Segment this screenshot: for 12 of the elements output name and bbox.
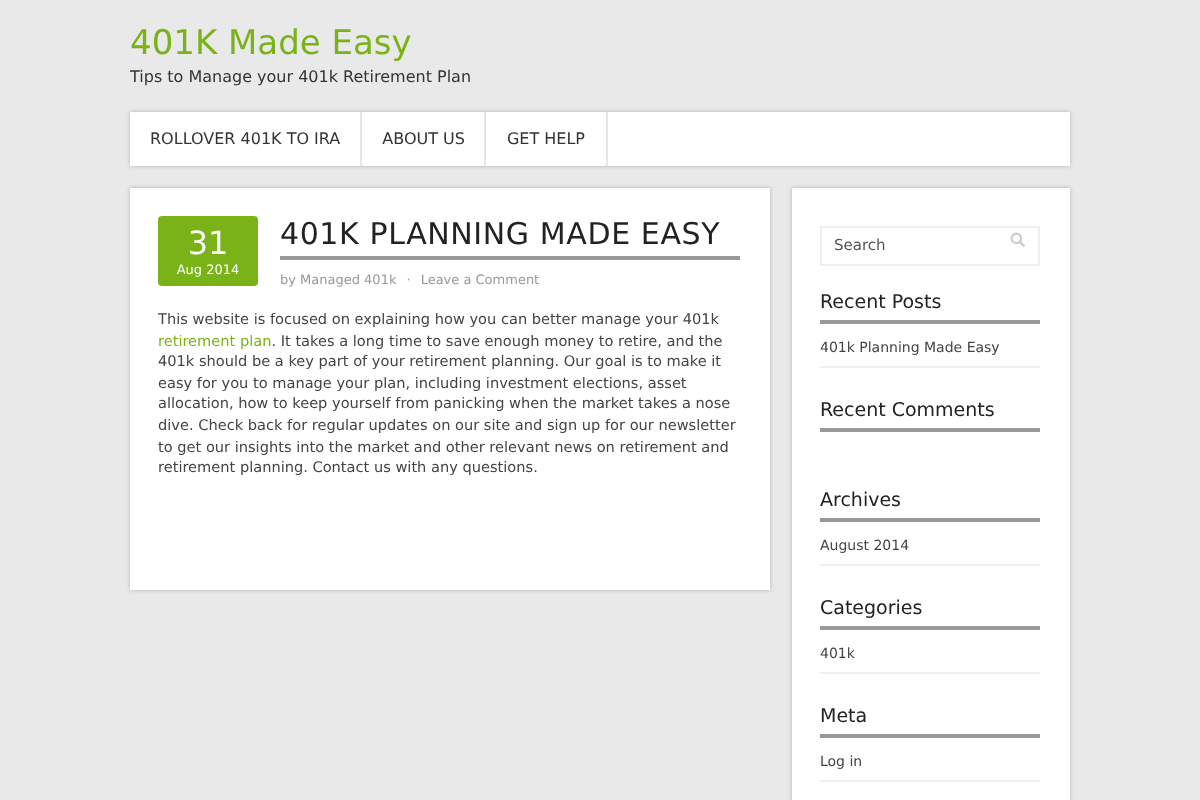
widget-title: Meta: [820, 706, 1040, 738]
nav-link[interactable]: ABOUT US: [362, 112, 487, 166]
date-day: 31: [187, 225, 229, 261]
nav-link[interactable]: ROLLOVER 401K TO IRA: [130, 112, 363, 166]
site-tagline: Tips to Manage your 401k Retirement Plan: [130, 68, 474, 86]
widget-title: Recent Comments: [820, 400, 1040, 432]
widget-title: Archives: [820, 490, 1040, 522]
widget-title: Categories: [820, 598, 1040, 630]
widget-title: Recent Posts: [820, 292, 1040, 324]
post-title[interactable]: 401K PLANNING MADE EASY: [280, 216, 740, 260]
search-icon[interactable]: [1010, 232, 1026, 248]
nav-link[interactable]: GET HELP: [486, 112, 608, 166]
